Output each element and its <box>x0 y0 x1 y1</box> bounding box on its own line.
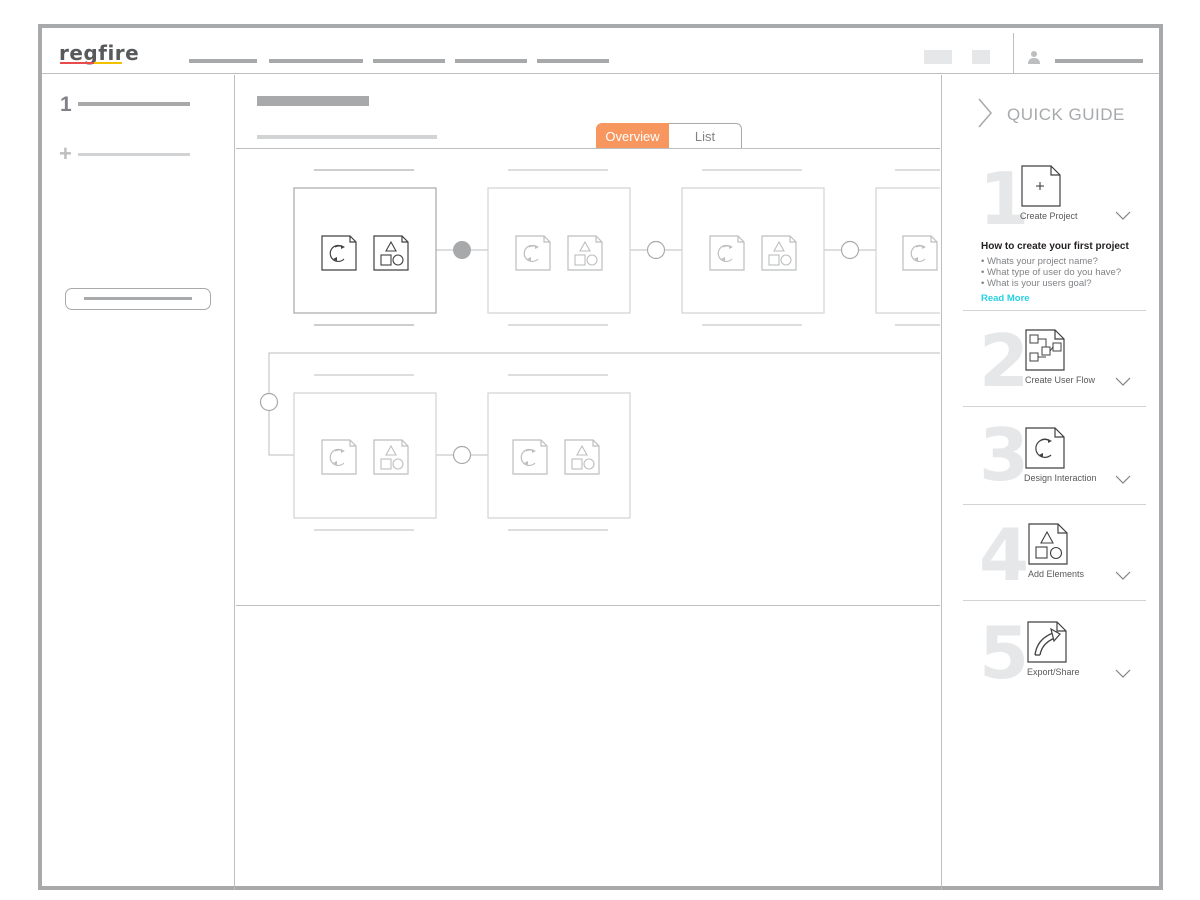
step-label: Design Interaction <box>1024 473 1097 483</box>
cycle-doc-icon <box>512 439 548 475</box>
quick-guide-panel: QUICK GUIDE 1 Create Project How to crea… <box>941 75 1159 890</box>
header-action-button-1[interactable] <box>924 50 952 64</box>
flow-node-2 <box>487 187 631 314</box>
canvas-bottom-border <box>236 605 940 606</box>
step-bullets: • Whats your project name? • What type o… <box>981 256 1121 289</box>
cycle-doc-icon <box>515 235 551 271</box>
sidebar-button[interactable] <box>65 288 211 310</box>
shapes-doc-icon <box>567 235 603 271</box>
shapes-doc-icon <box>564 439 600 475</box>
nav-item-2[interactable] <box>269 59 363 63</box>
step-number: 4 <box>979 513 1030 597</box>
nav-item-5[interactable] <box>537 59 609 63</box>
shapes-doc-icon <box>373 439 409 475</box>
new-file-icon <box>1021 165 1061 207</box>
connector <box>840 240 860 260</box>
step-number: 2 <box>979 319 1030 403</box>
header-action-button-2[interactable] <box>972 50 990 64</box>
user-name[interactable] <box>1055 59 1143 63</box>
step-label: Add Elements <box>1028 569 1085 579</box>
flow-file-icon <box>1025 329 1065 371</box>
sidebar-button-label <box>84 297 192 300</box>
cycle-doc-icon <box>902 235 938 271</box>
cycle-doc-icon <box>321 235 357 271</box>
flow-node-5 <box>293 392 437 519</box>
elements-file-icon <box>1028 523 1068 565</box>
logo-underline <box>60 62 122 64</box>
connector <box>452 445 472 465</box>
flow-node-6 <box>487 392 631 519</box>
step-heading: How to create your first project <box>981 241 1129 252</box>
flow-node-3 <box>681 187 825 314</box>
read-more-link[interactable]: Read More <box>981 293 1030 304</box>
main-content: Overview List <box>236 75 940 890</box>
nav-item-4[interactable] <box>455 59 527 63</box>
bullet-item: • What type of user do you have? <box>981 267 1122 278</box>
quick-guide-title: QUICK GUIDE <box>1007 105 1125 124</box>
shapes-doc-icon <box>761 235 797 271</box>
step-number: 3 <box>979 413 1030 497</box>
interaction-file-icon <box>1025 427 1065 469</box>
bullet-item: • Whats your project name? <box>981 256 1098 267</box>
chevron-down-icon[interactable] <box>1115 669 1131 679</box>
project-item[interactable] <box>78 102 190 106</box>
chevron-right-icon[interactable] <box>977 97 993 129</box>
guide-step-2[interactable]: 2 Create User Flow <box>963 311 1146 407</box>
header-divider <box>1013 33 1014 73</box>
add-icon[interactable]: + <box>59 143 72 165</box>
guide-step-1[interactable]: 1 Create Project How to create your firs… <box>963 161 1146 311</box>
cycle-doc-icon <box>709 235 745 271</box>
connector <box>259 392 279 412</box>
bullet-item: • What is your users goal? <box>981 278 1092 289</box>
chevron-down-icon[interactable] <box>1115 571 1131 581</box>
guide-step-4[interactable]: 4 Add Elements <box>963 505 1146 601</box>
top-header: regfire <box>42 28 1159 74</box>
step-label: Export/Share <box>1027 667 1080 677</box>
chevron-down-icon[interactable] <box>1115 377 1131 387</box>
guide-step-3[interactable]: 3 Design Interaction <box>963 407 1146 505</box>
flow-canvas[interactable] <box>236 75 940 890</box>
chevron-down-icon[interactable] <box>1115 475 1131 485</box>
step-label: Create User Flow <box>1025 375 1096 385</box>
add-project-item[interactable] <box>78 153 190 156</box>
shapes-doc-icon <box>373 235 409 271</box>
project-number: 1 <box>60 93 72 116</box>
app-window: regfire 1 + Overview List QUICK GUIDE 1 … <box>38 24 1163 890</box>
guide-step-5[interactable]: 5 Export/Share <box>963 601 1146 697</box>
step-number: 5 <box>979 611 1030 695</box>
left-sidebar: 1 + <box>42 75 235 890</box>
cycle-doc-icon <box>321 439 357 475</box>
connector <box>646 240 666 260</box>
step-label: Create Project <box>1020 211 1078 221</box>
flow-node-1 <box>293 187 437 314</box>
export-share-icon <box>1027 621 1067 663</box>
user-icon[interactable] <box>1028 50 1040 64</box>
connector-active <box>453 241 471 259</box>
nav-item-1[interactable] <box>189 59 257 63</box>
nav-item-3[interactable] <box>373 59 445 63</box>
chevron-up-icon[interactable] <box>1115 211 1131 221</box>
